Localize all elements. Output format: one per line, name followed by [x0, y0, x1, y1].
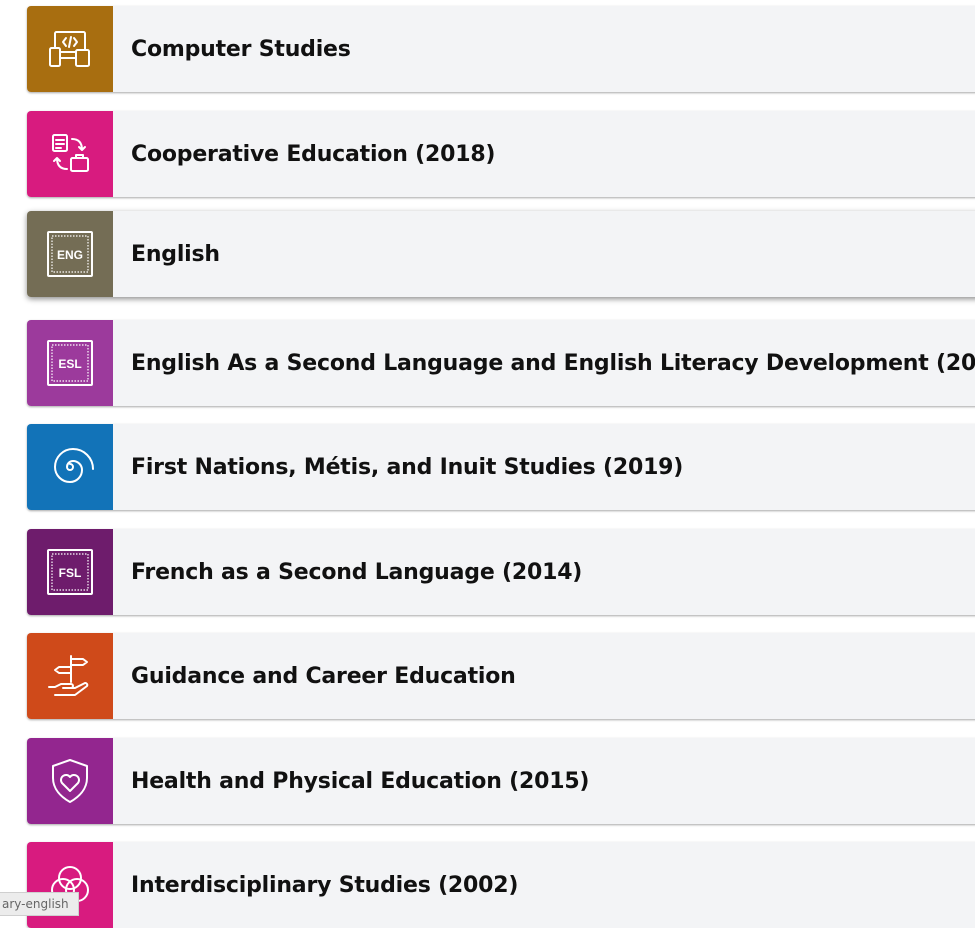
- subject-icon-tile: [27, 633, 113, 719]
- subject-label: French as a Second Language (2014): [131, 559, 583, 585]
- browser-status-url: ary-english: [0, 892, 79, 916]
- subject-icon-tile: [27, 424, 113, 510]
- subject-item-english[interactable]: ENG English: [27, 211, 975, 297]
- svg-text:ENG: ENG: [57, 248, 83, 262]
- subject-icon-tile: [27, 6, 113, 92]
- subject-item-cooperative-education[interactable]: Cooperative Education (2018): [27, 111, 975, 197]
- subject-label: Guidance and Career Education: [131, 663, 516, 689]
- subject-label: Cooperative Education (2018): [131, 141, 496, 167]
- subject-label: Interdisciplinary Studies (2002): [131, 872, 519, 898]
- document-briefcase-exchange-icon: [45, 129, 95, 179]
- subject-item-health-physical-education[interactable]: Health and Physical Education (2015): [27, 738, 975, 824]
- svg-text:FSL: FSL: [59, 566, 82, 580]
- subject-item-interdisciplinary-studies[interactable]: Interdisciplinary Studies (2002): [27, 842, 975, 928]
- subject-item-esl-eld[interactable]: ESL English As a Second Language and Eng…: [27, 320, 975, 406]
- subject-label: First Nations, Métis, and Inuit Studies …: [131, 454, 684, 480]
- subject-icon-tile: ESL: [27, 320, 113, 406]
- subject-item-fnmi-studies[interactable]: First Nations, Métis, and Inuit Studies …: [27, 424, 975, 510]
- subject-label: Computer Studies: [131, 36, 351, 62]
- spiral-icon: [45, 442, 95, 492]
- subject-icon-tile: FSL: [27, 529, 113, 615]
- subject-item-guidance-career[interactable]: Guidance and Career Education: [27, 633, 975, 719]
- subject-icon-tile: [27, 738, 113, 824]
- esl-badge-icon: ESL: [45, 338, 95, 388]
- subject-icon-tile: ENG: [27, 211, 113, 297]
- subject-icon-tile: [27, 111, 113, 197]
- eng-badge-icon: ENG: [45, 229, 95, 279]
- svg-text:ESL: ESL: [58, 357, 81, 371]
- shield-heart-icon: [45, 756, 95, 806]
- subject-label: English As a Second Language and English…: [131, 350, 975, 376]
- subject-label: Health and Physical Education (2015): [131, 768, 590, 794]
- hand-signpost-icon: [45, 651, 95, 701]
- subject-item-computer-studies[interactable]: Computer Studies: [27, 6, 975, 92]
- fsl-badge-icon: FSL: [45, 547, 95, 597]
- subject-label: English: [131, 241, 220, 267]
- subject-item-french-second-language[interactable]: FSL French as a Second Language (2014): [27, 529, 975, 615]
- subject-list: Computer Studies Cooperative Education (…: [0, 0, 975, 928]
- devices-code-icon: [45, 24, 95, 74]
